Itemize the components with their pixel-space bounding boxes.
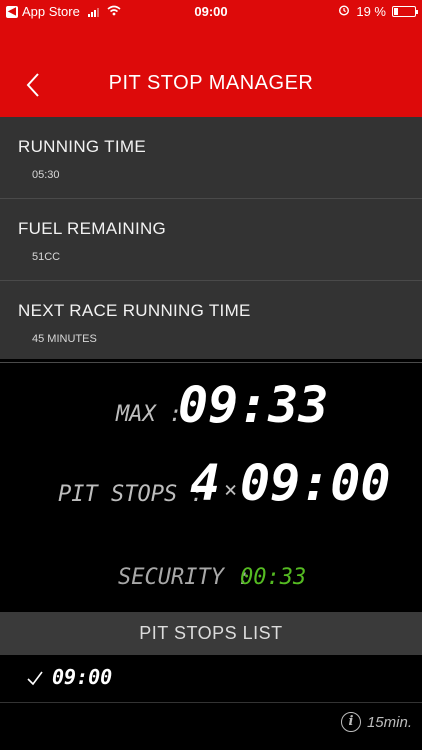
status-right: 19 % xyxy=(338,4,418,19)
setting-running-time[interactable]: RUNNING TIME 05:30 xyxy=(0,117,422,199)
security-label: SECURITY : xyxy=(118,565,251,590)
duration-label: 15min. xyxy=(366,713,412,731)
top-bar: ◀ App Store 09:00 19 % PIT STOP MANAGER xyxy=(0,0,422,117)
battery-percent: 19 % xyxy=(356,4,386,19)
summary-panel: MAX : 09:33 PIT STOPS : 4 × 09:00 SECURI… xyxy=(0,370,422,612)
setting-fuel-remaining[interactable]: FUEL REMAINING 51CC xyxy=(0,199,422,281)
list-item[interactable]: 09:00 xyxy=(0,655,422,703)
duration-info: i 15min. xyxy=(340,712,412,732)
setting-label: RUNNING TIME xyxy=(18,137,146,156)
pit-stops-list-header: PIT STOPS LIST xyxy=(0,612,422,655)
alarm-icon xyxy=(338,4,350,19)
setting-value: 51CC xyxy=(32,251,61,263)
pit-stop-item-time: 09:00 xyxy=(52,665,113,689)
settings-list: RUNNING TIME 05:30 FUEL REMAINING 51CC N… xyxy=(0,117,422,363)
security-value: 00:33 xyxy=(240,565,307,590)
max-value: 09:33 xyxy=(178,376,329,434)
setting-next-race-running-time[interactable]: NEXT RACE RUNNING TIME 45 MINUTES xyxy=(0,281,422,363)
setting-label: FUEL REMAINING xyxy=(18,219,167,238)
page-title: PIT STOP MANAGER xyxy=(108,72,314,94)
setting-label: NEXT RACE RUNNING TIME xyxy=(18,301,251,320)
pit-stop-time: 09:00 xyxy=(240,454,391,512)
setting-value: 05:30 xyxy=(32,169,60,181)
info-icon[interactable]: i xyxy=(340,712,361,732)
status-bar: ◀ App Store 09:00 19 % xyxy=(0,0,422,24)
battery-fill xyxy=(394,8,398,15)
max-label: MAX : xyxy=(116,402,183,427)
checkmark-icon xyxy=(27,671,43,686)
pit-stops-label: PIT STOPS : xyxy=(58,482,204,507)
battery-icon xyxy=(392,6,418,17)
setting-value: 45 MINUTES xyxy=(32,333,97,345)
multiply-sign: × xyxy=(224,478,238,503)
pit-stops-count: 4 xyxy=(190,454,221,512)
